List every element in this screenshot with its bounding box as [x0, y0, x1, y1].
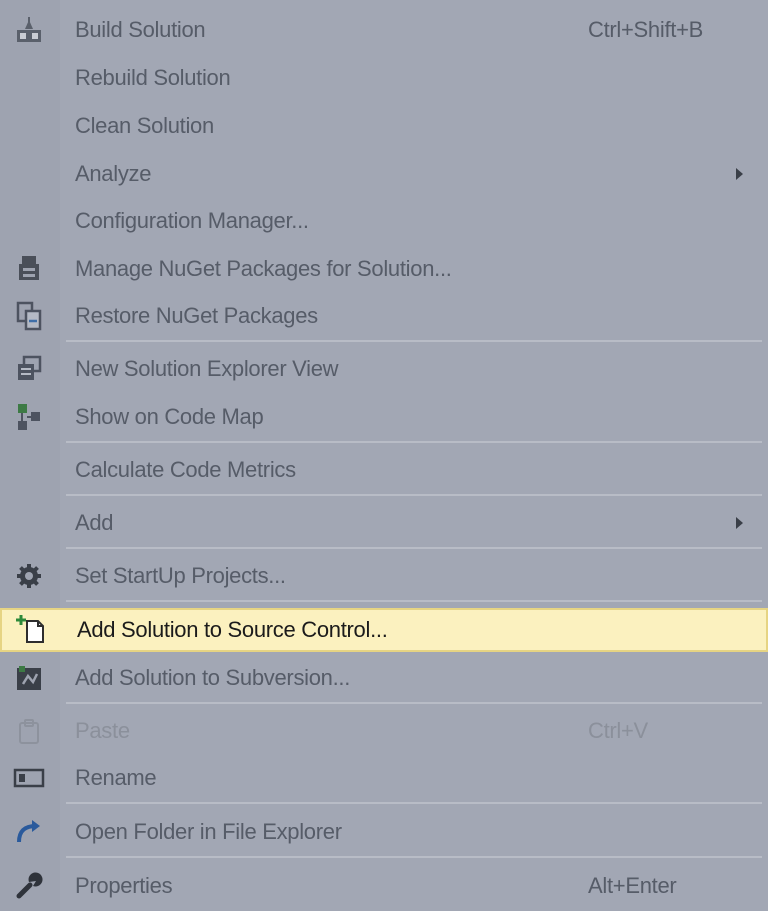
menu-item-label: Paste — [75, 718, 130, 743]
menu-separator — [66, 856, 762, 858]
submenu-arrow-icon — [736, 517, 743, 529]
gear-icon — [12, 559, 46, 593]
menu-item-label: Clean Solution — [75, 113, 214, 138]
submenu-arrow-icon — [736, 168, 743, 180]
menu-item-shortcut: Alt+Enter — [588, 873, 677, 898]
build-icon — [12, 13, 46, 47]
context-menu: Build Solution Ctrl+Shift+B Rebuild Solu… — [0, 0, 768, 911]
menu-item-add[interactable]: Add — [0, 501, 768, 545]
menu-item-label: Manage NuGet Packages for Solution... — [75, 256, 452, 281]
menu-item-label: Open Folder in File Explorer — [75, 819, 342, 844]
open-folder-icon — [12, 815, 46, 849]
menu-separator — [66, 441, 762, 443]
menu-item-label: Configuration Manager... — [75, 208, 309, 233]
menu-item-label: Add — [75, 510, 114, 535]
paste-icon — [12, 714, 46, 748]
rename-icon — [12, 761, 46, 795]
menu-item-paste: Paste Ctrl+V — [0, 709, 768, 753]
menu-separator — [66, 547, 762, 549]
menu-item-manage-nuget[interactable]: Manage NuGet Packages for Solution... — [0, 247, 768, 291]
menu-item-show-on-code-map[interactable]: Show on Code Map — [0, 395, 768, 439]
menu-item-properties[interactable]: Properties Alt+Enter — [0, 864, 768, 908]
menu-item-label: Rebuild Solution — [75, 65, 231, 90]
menu-separator — [66, 702, 762, 704]
nuget-icon — [12, 252, 46, 286]
menu-item-open-folder-in-file-explorer[interactable]: Open Folder in File Explorer — [0, 810, 768, 854]
menu-item-label: Add Solution to Subversion... — [75, 665, 351, 690]
menu-item-label: Properties — [75, 873, 173, 898]
menu-item-label: Rename — [75, 765, 157, 790]
menu-item-clean-solution[interactable]: Clean Solution — [0, 104, 768, 148]
menu-item-rename[interactable]: Rename — [0, 756, 768, 800]
menu-item-label: Analyze — [75, 161, 152, 186]
restore-icon — [12, 299, 46, 333]
menu-item-analyze[interactable]: Analyze — [0, 152, 768, 196]
menu-item-add-solution-to-source-control[interactable]: Add Solution to Source Control... — [0, 608, 768, 652]
menu-item-label: Set StartUp Projects... — [75, 563, 286, 588]
menu-separator — [66, 494, 762, 496]
menu-item-build-solution[interactable]: Build Solution Ctrl+Shift+B — [0, 8, 768, 52]
wrench-icon — [12, 869, 46, 903]
menu-item-label: New Solution Explorer View — [75, 356, 339, 381]
menu-item-restore-nuget[interactable]: Restore NuGet Packages — [0, 294, 768, 338]
menu-item-label: Build Solution — [75, 17, 206, 42]
menu-item-set-startup-projects[interactable]: Set StartUp Projects... — [0, 554, 768, 598]
menu-item-label: Restore NuGet Packages — [75, 303, 318, 328]
menu-item-rebuild-solution[interactable]: Rebuild Solution — [0, 56, 768, 100]
menu-item-shortcut: Ctrl+V — [588, 718, 648, 743]
menu-item-calculate-code-metrics[interactable]: Calculate Code Metrics — [0, 448, 768, 492]
subversion-icon — [12, 661, 46, 695]
add-source-control-icon — [14, 613, 48, 647]
menu-item-new-solution-explorer-view[interactable]: New Solution Explorer View — [0, 347, 768, 391]
menu-separator — [66, 340, 762, 342]
menu-separator — [66, 802, 762, 804]
menu-item-configuration-manager[interactable]: Configuration Manager... — [0, 199, 768, 243]
menu-item-shortcut: Ctrl+Shift+B — [588, 17, 704, 42]
menu-item-label: Show on Code Map — [75, 404, 264, 429]
menu-separator — [66, 600, 762, 602]
code-map-icon — [12, 400, 46, 434]
menu-item-label: Add Solution to Source Control... — [77, 617, 388, 642]
menu-item-label: Calculate Code Metrics — [75, 457, 296, 482]
menu-item-add-solution-to-subversion[interactable]: Add Solution to Subversion... — [0, 656, 768, 700]
new-view-icon — [12, 352, 46, 386]
